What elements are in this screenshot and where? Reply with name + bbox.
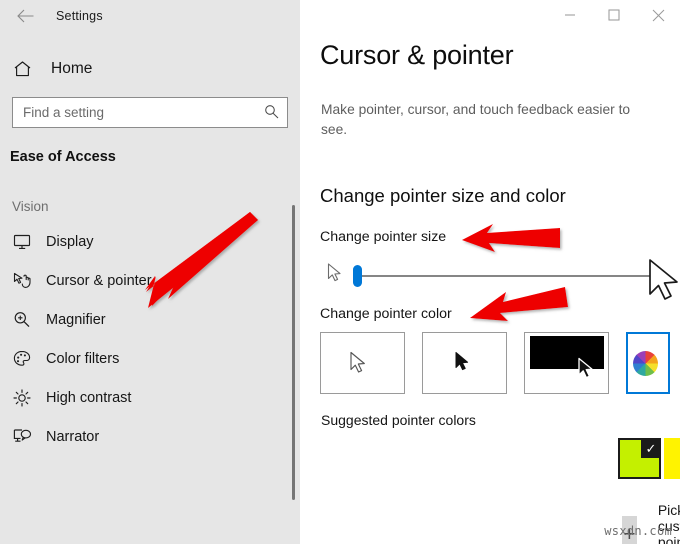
- cursor-hand-icon: [9, 270, 35, 292]
- sidebar-item-label: Display: [46, 233, 94, 250]
- search-container: [12, 97, 288, 128]
- sidebar-item-label: Color filters: [46, 350, 120, 367]
- slider-track[interactable]: [355, 275, 653, 277]
- color-swatch[interactable]: [664, 438, 680, 479]
- slider-thumb[interactable]: [353, 265, 362, 287]
- app-title: Settings: [56, 9, 103, 23]
- white-pointer-icon: [349, 351, 369, 381]
- pointer-option-white[interactable]: [320, 332, 405, 394]
- sidebar-item-display[interactable]: Display: [0, 222, 300, 261]
- pointer-option-black[interactable]: [422, 332, 507, 394]
- sidebar-item-cursor-pointer[interactable]: Cursor & pointer: [0, 261, 300, 300]
- pointer-option-inverted[interactable]: [524, 332, 609, 394]
- inverted-pointer-icon: [577, 357, 596, 386]
- sidebar-scrollbar[interactable]: [292, 205, 295, 500]
- pointer-style-options: [320, 332, 670, 394]
- palette-icon: [9, 348, 35, 370]
- settings-window: Settings Home Ease of Access Vision: [0, 0, 680, 544]
- watermark: wsxdn.com: [604, 524, 672, 538]
- pointer-size-slider[interactable]: [320, 258, 678, 300]
- magnifier-icon: [9, 309, 35, 331]
- pointer-size-label: Change pointer size: [320, 229, 447, 245]
- suggested-colors-label: Suggested pointer colors: [321, 412, 476, 428]
- close-button[interactable]: [636, 0, 680, 30]
- sidebar-item-narrator[interactable]: Narrator: [0, 417, 300, 456]
- search-icon[interactable]: [264, 104, 279, 124]
- large-cursor-preview-icon: [647, 258, 680, 309]
- sidebar: Settings Home Ease of Access Vision: [0, 0, 300, 544]
- sidebar-item-color-filters[interactable]: Color filters: [0, 339, 300, 378]
- color-swatch[interactable]: ✓: [618, 438, 661, 479]
- category-heading: Ease of Access: [10, 149, 116, 165]
- pointer-option-custom-color[interactable]: [626, 332, 670, 394]
- sidebar-item-high-contrast[interactable]: High contrast: [0, 378, 300, 417]
- suggested-color-swatches: ✓: [618, 438, 680, 479]
- black-pointer-icon: [454, 351, 471, 378]
- nav-group-label: Vision: [12, 199, 49, 214]
- sidebar-item-home[interactable]: Home: [0, 50, 300, 88]
- minimize-button[interactable]: [548, 0, 592, 30]
- home-icon: [10, 58, 34, 80]
- sidebar-nav-list: Display Cursor & pointer Magnifier Color…: [0, 222, 300, 456]
- sidebar-item-label: Narrator: [46, 428, 100, 445]
- back-arrow-icon[interactable]: [12, 3, 38, 29]
- window-controls: [548, 0, 680, 30]
- page-subtitle: Make pointer, cursor, and touch feedback…: [321, 102, 631, 137]
- sidebar-item-magnifier[interactable]: Magnifier: [0, 300, 300, 339]
- sidebar-item-label: Cursor & pointer: [46, 272, 152, 289]
- section-heading: Change pointer size and color: [320, 185, 566, 206]
- page-title: Cursor & pointer: [320, 40, 514, 70]
- narrator-speech-icon: [9, 426, 35, 448]
- brightness-sun-icon: [9, 387, 35, 409]
- check-icon: ✓: [645, 440, 657, 456]
- sidebar-item-label: Magnifier: [46, 311, 106, 328]
- home-label: Home: [51, 60, 93, 77]
- sidebar-titlebar: Settings: [0, 0, 300, 32]
- sidebar-item-label: High contrast: [46, 389, 132, 406]
- maximize-button[interactable]: [592, 0, 636, 30]
- small-cursor-preview-icon: [327, 263, 344, 289]
- monitor-icon: [9, 231, 35, 253]
- color-wheel-icon: [633, 350, 658, 376]
- search-input[interactable]: [12, 97, 288, 128]
- swatch-check-badge: ✓: [641, 438, 661, 458]
- pointer-color-label: Change pointer color: [320, 306, 452, 322]
- main-panel: Cursor & pointer Make pointer, cursor, a…: [300, 0, 680, 544]
